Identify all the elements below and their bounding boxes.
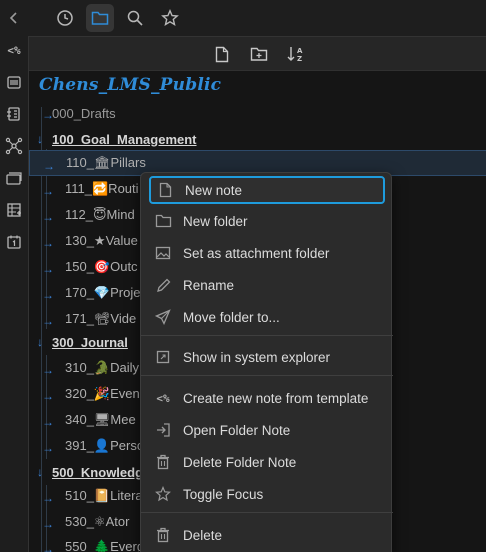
collapsed-arrow-icon: → [42, 517, 54, 531]
collapsed-arrow-icon: → [42, 415, 54, 429]
trash-icon [153, 452, 173, 472]
menu-item-move-folder[interactable]: Move folder to... [149, 303, 385, 331]
collapsed-arrow-icon: → [42, 184, 54, 198]
menu-item-label: New folder [183, 213, 248, 229]
tree-item-label: 111_🔁Routi [65, 181, 139, 196]
tree-item-label: 150_🎯Outc [65, 259, 138, 274]
tree-item-label: 110_🏛Pillars [66, 155, 146, 170]
collapsed-arrow-icon: → [42, 236, 54, 250]
menu-item-set-attachment-folder[interactable]: Set as attachment folder [149, 239, 385, 267]
collapsed-arrow-icon: → [42, 389, 54, 403]
calendar-day-icon[interactable] [2, 70, 26, 94]
menu-item-label: Open Folder Note [183, 422, 291, 438]
collapsed-arrow-icon: → [42, 491, 54, 505]
clock-icon[interactable] [51, 4, 79, 32]
tree-folder-drafts[interactable]: → 000_Drafts [29, 100, 486, 126]
search-icon[interactable] [121, 4, 149, 32]
templater-text: <% [7, 43, 21, 57]
cards-icon[interactable] [2, 166, 26, 190]
tree-item-label: 100_Goal_Management [52, 131, 197, 147]
menu-item-label: Delete Folder Note [183, 454, 297, 470]
menu-item-new-note[interactable]: New note [149, 176, 385, 204]
menu-item-label: Set as attachment folder [183, 245, 330, 261]
new-folder-icon[interactable] [248, 43, 270, 65]
external-link-icon [153, 347, 173, 367]
tree-item-label: 130_★Value [65, 233, 138, 248]
tree-item-label: 170_💎Proje [65, 285, 141, 300]
menu-item-delete[interactable]: Delete [149, 521, 385, 549]
context-menu: New note New folder Set as attachment fo… [140, 172, 393, 552]
app-window: <% AZ Chens_LMS_Public → 000_Drafts ↓ 10… [0, 0, 486, 552]
templater-icon: <% [153, 388, 173, 408]
tree-item-label: 550_🌲Everg [65, 539, 145, 552]
collapsed-arrow-icon: → [42, 210, 54, 224]
send-icon [153, 307, 173, 327]
menu-item-label: New note [185, 182, 243, 198]
collapsed-arrow-icon: → [43, 159, 55, 173]
expanded-arrow-icon: ↓ [37, 465, 43, 479]
tree-item-label: 391_👤Perso [65, 438, 145, 453]
collapsed-arrow-icon: → [42, 542, 54, 552]
menu-separator [141, 512, 393, 513]
image-icon [153, 243, 173, 263]
menu-item-toggle-focus[interactable]: Toggle Focus [149, 480, 385, 508]
new-note-icon [155, 180, 175, 200]
menu-item-label: Create new note from template [183, 390, 369, 406]
tree-item-label: 510_📔Litera [65, 488, 143, 503]
menu-item-delete-folder-note[interactable]: Delete Folder Note [149, 448, 385, 476]
folder-icon [153, 211, 173, 231]
left-ribbon: <% [0, 36, 28, 552]
menu-item-show-in-explorer[interactable]: Show in system explorer [149, 343, 385, 371]
tree-item-label: 000_Drafts [52, 105, 116, 121]
plugin-icon[interactable] [2, 102, 26, 126]
tree-item-label: 320_🎉Even [65, 386, 140, 401]
chevron-left-icon[interactable] [0, 4, 28, 32]
tree-item-label: 530_⚛Ator [65, 514, 130, 529]
tree-item-label: 340_🖥Mee [65, 412, 136, 427]
expanded-arrow-icon: ↓ [37, 335, 43, 349]
collapsed-arrow-icon: → [42, 441, 54, 455]
collapsed-arrow-icon: → [42, 288, 54, 302]
pencil-icon [153, 275, 173, 295]
trash-icon [153, 525, 173, 545]
tree-item-label: 112_😇Mind [65, 207, 135, 222]
tree-item-label: 310_🐊Daily [65, 360, 140, 375]
menu-item-open-folder-note[interactable]: Open Folder Note [149, 416, 385, 444]
menu-item-label: Delete [183, 527, 223, 543]
database-table-icon[interactable] [2, 198, 26, 222]
menu-item-label: Toggle Focus [183, 486, 264, 502]
vault-title[interactable]: Chens_LMS_Public [39, 75, 221, 95]
sort-icon[interactable]: AZ [285, 43, 307, 65]
new-note-icon[interactable] [211, 43, 233, 65]
collapsed-arrow-icon: → [42, 262, 54, 276]
collapsed-arrow-icon: → [42, 363, 54, 377]
collapsed-arrow-icon: → [42, 314, 54, 328]
explorer-toolbar: AZ [29, 37, 486, 71]
menu-item-label: Move folder to... [183, 309, 280, 325]
star-icon[interactable] [156, 4, 184, 32]
templater-text: <% [156, 391, 170, 405]
tree-item-label: 300_Journal [52, 334, 128, 350]
sign-in-icon [153, 420, 173, 440]
svg-text:Z: Z [297, 55, 302, 63]
menu-item-label: Rename [183, 277, 235, 293]
menu-item-new-folder[interactable]: New folder [149, 207, 385, 235]
top-tab-bar [0, 0, 486, 36]
tree-folder-goal-management[interactable]: ↓ 100_Goal_Management [29, 126, 486, 152]
focus-star-icon [153, 484, 173, 504]
menu-item-label: Show in system explorer [183, 349, 331, 365]
folder-icon[interactable] [86, 4, 114, 32]
menu-separator [141, 335, 393, 336]
templater-icon[interactable]: <% [2, 38, 26, 62]
menu-item-rename[interactable]: Rename [149, 271, 385, 299]
expanded-arrow-icon: ↓ [37, 132, 43, 146]
tree-item-label: 171_📽Vide [65, 311, 137, 326]
tree-item-label: 500_Knowledg [52, 464, 144, 480]
graph-view-icon[interactable] [2, 134, 26, 158]
calendar-icon[interactable] [2, 230, 26, 254]
menu-item-create-from-template[interactable]: <% Create new note from template [149, 384, 385, 412]
svg-text:A: A [297, 47, 303, 55]
menu-separator [141, 375, 393, 376]
